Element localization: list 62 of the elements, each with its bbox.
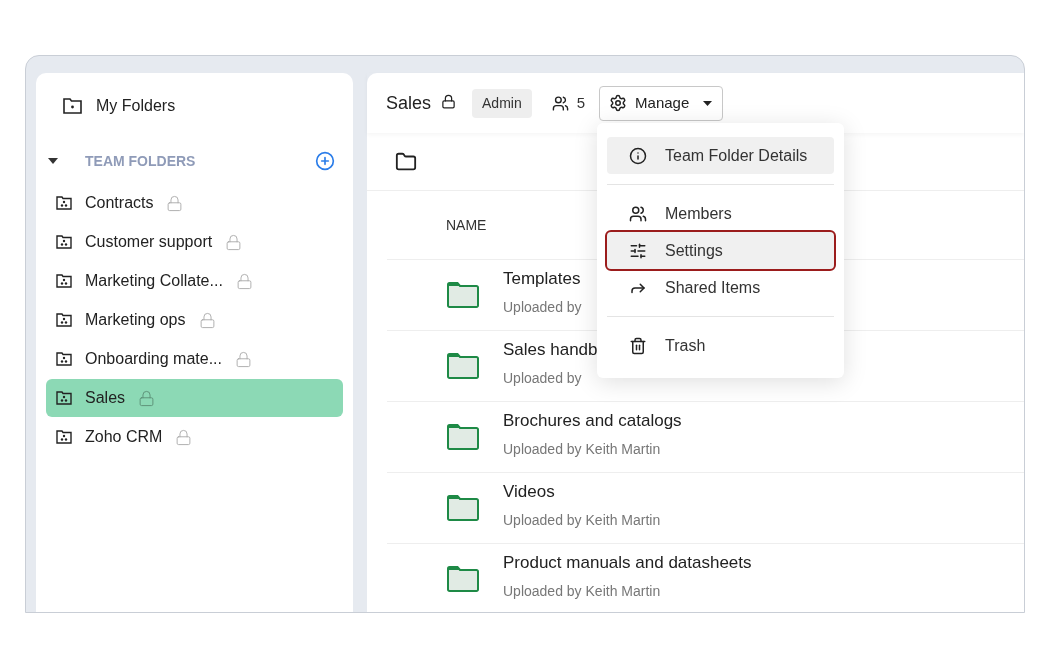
folder-icon [447, 495, 479, 521]
folder-name: Brochures and catalogs [503, 410, 682, 433]
folder-name: Templates [503, 268, 582, 291]
folder-name: Customer support [85, 232, 213, 252]
team-folder-item[interactable]: Marketing Collate... [46, 262, 343, 300]
uploader-text: Uploaded by Keith Martin [503, 581, 662, 601]
uploader-text: Uploaded by Keith Martin [503, 439, 662, 459]
folder-row[interactable]: Brochures and catalogs Uploaded by Keith Martin [387, 402, 1024, 473]
add-icon[interactable] [315, 151, 335, 171]
folder-name: Sales handb [503, 339, 598, 362]
team-folder-icon [56, 391, 72, 405]
team-folder-item[interactable]: Customer support [46, 223, 343, 261]
folder-name: Onboarding mate... [85, 349, 222, 369]
folder-icon [447, 424, 479, 450]
uploader-text: Uploaded by [503, 297, 582, 317]
people-icon [629, 204, 647, 223]
team-folder-item[interactable]: Sales [46, 379, 343, 417]
uploader-text: Uploaded by Keith Martin [503, 510, 661, 530]
folder-name: Product manuals and datasheets [503, 552, 752, 575]
my-folders-item[interactable]: My Folders [46, 95, 343, 117]
folder-name: Videos [503, 481, 556, 504]
menu-item[interactable]: Shared Items [607, 269, 834, 306]
folder-name: Sales [85, 388, 126, 408]
info-icon [629, 146, 647, 165]
folder-name: Contracts [85, 193, 154, 213]
trash-icon [629, 336, 647, 355]
section-title: TEAM FOLDERS [85, 151, 196, 171]
settings-icon [609, 94, 628, 112]
member-count: 5 [576, 92, 586, 113]
folder-row[interactable]: Videos Uploaded by Keith Martin [387, 473, 1024, 544]
team-folder-icon [56, 235, 72, 249]
caret-icon[interactable] [48, 158, 58, 164]
folder-name: Zoho CRM [85, 427, 163, 447]
folder-name: Marketing Collate... [85, 271, 223, 291]
column-header[interactable]: NAME [446, 214, 487, 236]
team-folder-icon [56, 430, 72, 444]
team-folder-item[interactable]: Onboarding mate... [46, 340, 343, 378]
folder-name: Marketing ops [85, 310, 186, 330]
manage-button[interactable]: Manage [599, 85, 724, 121]
team-folder-icon [56, 313, 72, 327]
folder-icon [447, 353, 479, 379]
team-folder-item[interactable]: Marketing ops [46, 301, 343, 339]
role-badge: Admin [472, 88, 532, 118]
team-folder-item[interactable]: Contracts [46, 184, 343, 222]
folder-icon [447, 282, 479, 308]
folder-row[interactable]: Product manuals and datasheets Uploaded by Keith Martin [387, 544, 1024, 612]
menu-item[interactable]: Team Folder Details [607, 137, 834, 174]
folder-icon [63, 98, 82, 114]
folder-icon[interactable] [395, 150, 417, 173]
folder-title: Sales [386, 91, 432, 115]
sliders-icon [629, 241, 647, 260]
team-folder-icon [56, 274, 72, 288]
menu-item[interactable]: Settings [607, 232, 834, 269]
people-icon [551, 94, 569, 112]
team-folder-item[interactable]: Zoho CRM [46, 418, 343, 456]
team-folder-icon [56, 352, 72, 366]
menu-item[interactable]: Members [607, 195, 834, 232]
team-folder-icon [56, 196, 72, 210]
folder-icon [447, 566, 479, 592]
menu-item[interactable]: Trash [607, 327, 834, 364]
uploader-text: Uploaded by [503, 368, 583, 388]
caret-icon [703, 100, 713, 106]
